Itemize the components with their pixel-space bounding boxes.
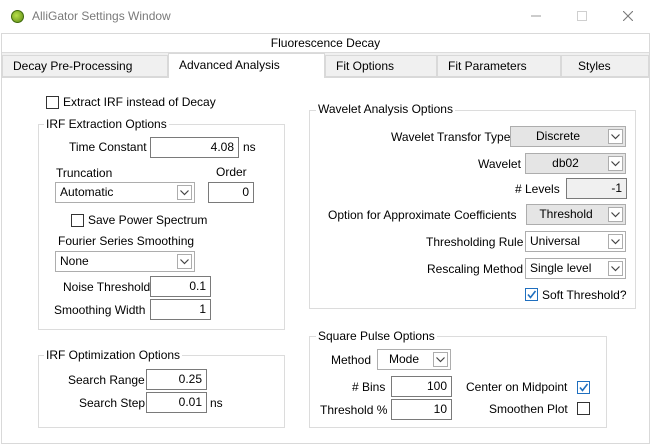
tab-fit-options[interactable]: Fit Options xyxy=(325,55,437,77)
smoothen-plot-label: Smoothen Plot xyxy=(489,402,568,416)
thresholding-rule-label: Thresholding Rule xyxy=(426,235,524,249)
tab-decay-pre-processing[interactable]: Decay Pre-Processing xyxy=(2,55,168,77)
chevron-down-icon xyxy=(608,234,623,249)
tab-label: Decay Pre-Processing xyxy=(13,59,133,73)
checkmark-icon xyxy=(527,290,537,299)
chevron-down-icon xyxy=(608,261,623,276)
smoothen-plot-checkbox[interactable] xyxy=(577,402,590,415)
tab-styles[interactable]: Styles xyxy=(561,55,649,77)
rescaling-method-select[interactable]: Single level xyxy=(525,258,626,279)
square-pulse-title: Square Pulse Options xyxy=(316,329,437,343)
truncation-label: Truncation xyxy=(56,166,113,180)
wavelet-value: db02 xyxy=(552,156,579,170)
irf-optimization-title: IRF Optimization Options xyxy=(44,348,183,362)
wavelet-transform-type-select[interactable]: Discrete xyxy=(510,126,626,147)
bins-input[interactable]: 100 xyxy=(391,376,452,397)
levels-input[interactable]: -1 xyxy=(566,178,627,199)
wavelet-transform-type-value: Discrete xyxy=(535,129,580,143)
method-select[interactable]: Mode xyxy=(377,349,451,370)
wavelet-transform-type-label: Wavelet Transfor Type xyxy=(391,130,511,144)
chevron-down-icon xyxy=(177,254,192,269)
center-on-midpoint-checkbox[interactable] xyxy=(577,381,590,394)
smoothing-width-label: Smoothing Width xyxy=(54,303,146,317)
chevron-down-icon xyxy=(608,156,623,171)
tab-label: Fit Options xyxy=(336,59,395,73)
truncation-value: Automatic xyxy=(60,185,114,199)
wavelet-options-title: Wavelet Analysis Options xyxy=(316,102,455,116)
window-title: AlliGator Settings Window xyxy=(32,9,171,23)
irf-extraction-title: IRF Extraction Options xyxy=(44,117,169,131)
close-button[interactable] xyxy=(605,0,651,32)
noise-threshold-input[interactable]: 0.1 xyxy=(150,276,211,297)
approx-coefficients-value: Threshold xyxy=(539,207,593,221)
time-constant-input[interactable]: 4.08 xyxy=(150,137,239,158)
thresholding-rule-select[interactable]: Universal xyxy=(525,231,626,252)
chevron-down-icon xyxy=(608,129,623,144)
save-power-spectrum-checkbox[interactable] xyxy=(71,214,84,227)
search-step-unit: ns xyxy=(210,396,223,410)
tab-label: Styles xyxy=(578,59,611,73)
maximize-button[interactable] xyxy=(559,0,605,32)
bins-label: # Bins xyxy=(352,380,386,394)
fourier-smoothing-select[interactable]: None xyxy=(55,251,195,272)
tab-label: Fit Parameters xyxy=(448,59,527,73)
search-step-label: Search Step xyxy=(79,396,146,410)
method-value: Mode xyxy=(389,352,420,366)
wavelet-label: Wavelet xyxy=(478,157,521,171)
levels-label: # Levels xyxy=(515,182,560,196)
time-constant-unit: ns xyxy=(243,140,256,154)
tab-label: Advanced Analysis xyxy=(179,58,280,72)
truncation-select[interactable]: Automatic xyxy=(55,182,195,203)
smoothing-width-input[interactable]: 1 xyxy=(150,299,211,320)
time-constant-label: Time Constant xyxy=(69,140,147,154)
tab-advanced-analysis[interactable]: Advanced Analysis xyxy=(168,53,325,78)
threshold-percent-input[interactable]: 10 xyxy=(391,399,452,420)
extract-irf-label: Extract IRF instead of Decay xyxy=(63,95,216,109)
center-on-midpoint-label: Center on Midpoint xyxy=(466,380,568,394)
soft-threshold-label: Soft Threshold? xyxy=(542,288,627,302)
order-label: Order xyxy=(216,165,247,179)
chevron-down-icon xyxy=(177,185,192,200)
approx-coefficients-select[interactable]: Threshold xyxy=(526,204,626,225)
search-step-input[interactable]: 0.01 xyxy=(146,392,207,413)
soft-threshold-checkbox[interactable] xyxy=(525,288,538,301)
close-icon xyxy=(623,11,633,21)
fourier-smoothing-label: Fourier Series Smoothing xyxy=(58,234,195,248)
wavelet-select[interactable]: db02 xyxy=(525,153,626,174)
threshold-percent-label: Threshold % xyxy=(320,403,388,417)
noise-threshold-label: Noise Threshold xyxy=(63,280,151,294)
approx-coefficients-label: Option for Approximate Coefficients xyxy=(328,208,517,222)
extract-irf-checkbox[interactable] xyxy=(46,96,59,109)
rescaling-method-value: Single level xyxy=(530,261,592,275)
chevron-down-icon xyxy=(608,207,623,222)
save-power-spectrum-label: Save Power Spectrum xyxy=(88,213,208,227)
order-input[interactable]: 0 xyxy=(208,182,254,203)
method-label: Method xyxy=(331,353,372,367)
checkmark-icon xyxy=(579,383,589,392)
title-bar: AlliGator Settings Window xyxy=(0,0,651,33)
thresholding-rule-value: Universal xyxy=(530,234,581,248)
alligator-app-icon xyxy=(11,10,24,23)
chevron-down-icon xyxy=(433,352,448,367)
maximize-icon xyxy=(577,11,587,21)
rescaling-method-label: Rescaling Method xyxy=(427,262,524,276)
section-header: Fluorescence Decay xyxy=(2,34,649,53)
minimize-icon xyxy=(531,15,541,17)
tab-fit-parameters[interactable]: Fit Parameters xyxy=(437,55,561,77)
search-range-input[interactable]: 0.25 xyxy=(146,369,207,390)
search-range-label: Search Range xyxy=(68,373,145,387)
fourier-smoothing-value: None xyxy=(60,254,89,268)
minimize-button[interactable] xyxy=(513,0,559,32)
